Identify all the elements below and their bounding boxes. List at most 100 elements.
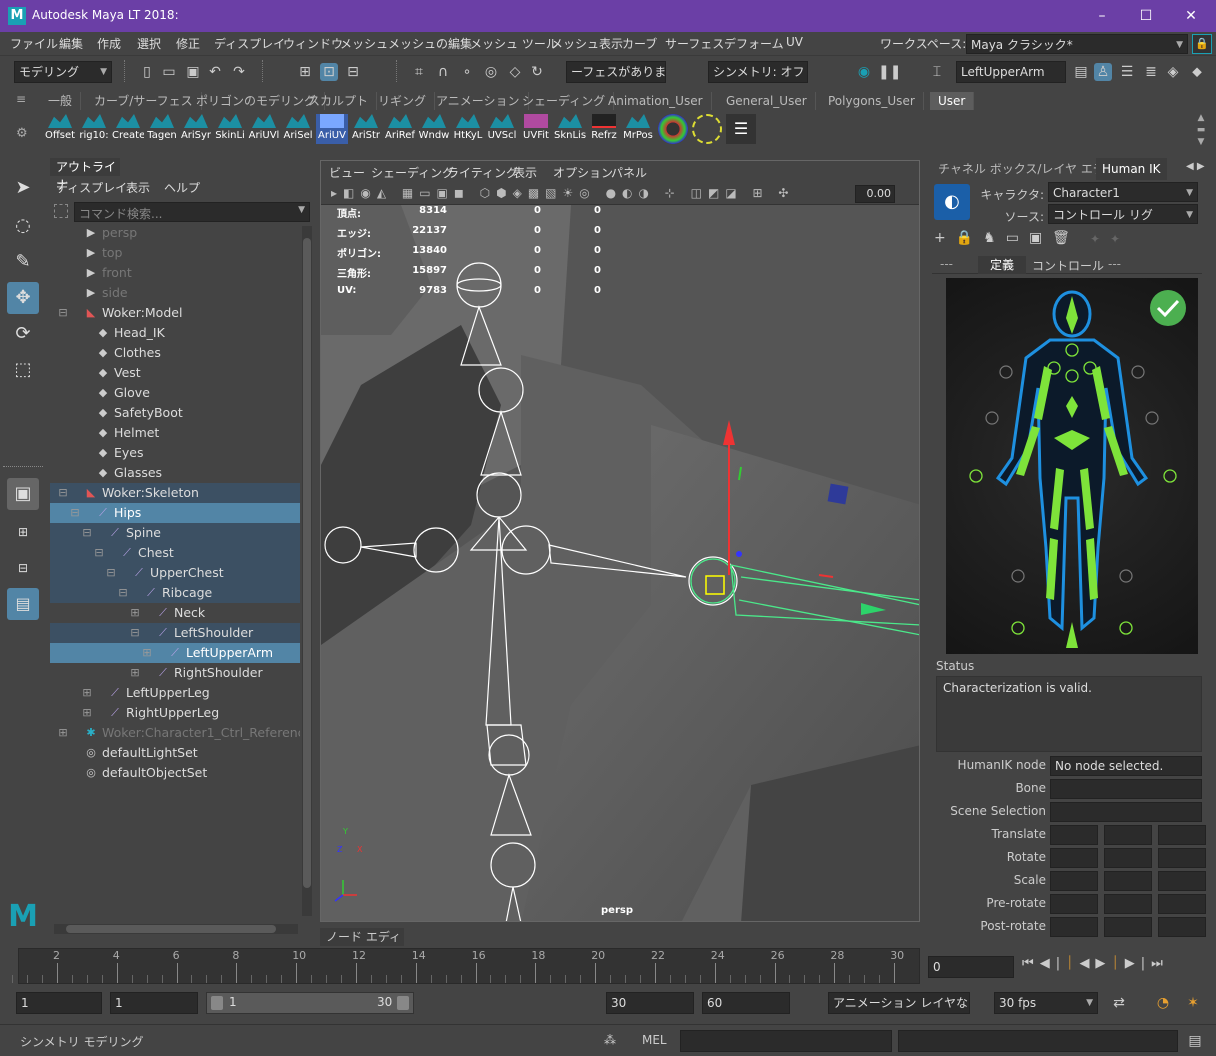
expand-toggle-icon[interactable]: ⊞ — [140, 646, 154, 660]
four-view-icon[interactable]: ⊞ — [7, 516, 39, 548]
outliner-row[interactable]: ▶ top — [50, 243, 300, 263]
command-search-input[interactable]: コマンド検索... ▼ — [74, 202, 310, 222]
new-scene-icon[interactable]: ▯ — [138, 63, 156, 81]
scene-end-field[interactable]: 60 — [702, 992, 790, 1014]
menu-surfaces[interactable]: サーフェス — [665, 35, 724, 52]
menu-mesh-tools[interactable]: メッシュ ツール — [470, 35, 558, 52]
outliner-row[interactable]: ⊟ ⟋ UpperChest — [50, 563, 300, 583]
loop-icon[interactable]: ⇄ — [1110, 994, 1128, 1012]
outliner-row[interactable]: ⊟ ⟋ Spine — [50, 523, 300, 543]
outliner-scrollbar[interactable] — [302, 226, 312, 916]
prop-field[interactable] — [1104, 917, 1152, 937]
prop-field[interactable] — [1104, 894, 1152, 914]
select-hierarchy-icon[interactable]: ⊞ — [296, 63, 314, 81]
outliner-tab[interactable]: アウトライナ — [50, 158, 120, 192]
outliner-row[interactable]: ⊟ ⟋ Ribcage — [50, 583, 300, 603]
subtab-next[interactable]: --- — [1108, 257, 1121, 271]
menu-file[interactable]: ファイル — [10, 35, 58, 52]
outliner-menu-help[interactable]: ヘルプ — [164, 179, 200, 196]
input-field-icon[interactable]: ⌶ — [928, 63, 946, 81]
script-editor-icon[interactable]: ⁂ — [604, 1033, 616, 1047]
object-name-field[interactable]: LeftUpperArm — [956, 61, 1066, 83]
subtab-prev[interactable]: --- — [940, 257, 953, 271]
playback-controls[interactable]: ⏮◀|⏐◀▶⏐▶|⏭ — [1022, 956, 1208, 978]
prop-field[interactable] — [1158, 917, 1206, 937]
outliner-row[interactable]: ⊞ ⟋ RightUpperLeg — [50, 703, 300, 723]
mel-input[interactable] — [680, 1030, 892, 1052]
select-tool-icon[interactable]: ➤ — [7, 172, 39, 204]
select-component-icon[interactable]: ⊟ — [344, 63, 362, 81]
record-icon[interactable]: ◉ — [855, 63, 873, 81]
maximize-button[interactable]: ☐ — [1131, 6, 1161, 26]
anim-layer-dropdown[interactable]: アニメーション レイヤなし — [828, 992, 970, 1014]
expand-toggle-icon[interactable]: ⊟ — [56, 306, 70, 320]
sphere-tool-icon[interactable] — [658, 114, 688, 144]
shelf-button-htkyl[interactable]: HtKyL — [452, 114, 484, 144]
prop-field[interactable] — [1158, 825, 1206, 845]
humanik-icon[interactable]: ♙ — [1094, 63, 1112, 81]
outliner-row[interactable]: ◆ SafetyBoot — [50, 403, 300, 423]
single-view-icon[interactable]: ▣ — [7, 478, 39, 510]
shelf-button-aristr[interactable]: AriStr — [350, 114, 382, 144]
outliner-row[interactable]: ◆ Helmet — [50, 423, 300, 443]
shelf-button-rig10[interactable]: rig10: — [78, 114, 110, 144]
outliner-row[interactable]: ⊟ ⟋ Hips — [50, 503, 300, 523]
viewport-icon-strip[interactable]: ▸◧◉◭ ▦▭▣◼ ⬡⬢◈▩▧☀◎ ●◐◑ ⊹ ◫◩◪ ⊞ ✣ — [331, 186, 851, 202]
close-button[interactable]: ✕ — [1176, 6, 1206, 26]
shelf-tab-rigging[interactable]: リギング — [370, 92, 436, 110]
pause-icon[interactable]: ❚❚ — [878, 63, 901, 81]
expand-toggle-icon[interactable]: ⊞ — [128, 606, 142, 620]
shelf-button-ariuv[interactable]: AriUV — [316, 114, 348, 144]
outliner-row[interactable]: ◎ defaultLightSet — [50, 743, 300, 763]
prop-field[interactable] — [1104, 871, 1152, 891]
expand-toggle-icon[interactable]: ⊞ — [80, 706, 94, 720]
timeline-ruler[interactable]: 2 4 6 8 10 12 14 16 18 20 22 24 26 28 30 — [12, 948, 920, 984]
anim-prefs-icon[interactable]: ✶ — [1184, 994, 1202, 1012]
shelf-button-mrpos[interactable]: MrPos — [622, 114, 654, 144]
expand-toggle-icon[interactable]: ⊞ — [56, 726, 70, 740]
outliner-row[interactable]: ⊞ ✱ Woker:Character1_Ctrl_Reference — [50, 723, 300, 743]
viewport-panel[interactable]: ビュー シェーディング ライティング 表示 オプション パネル ▸◧◉◭ ▦▭▣… — [320, 160, 920, 922]
outliner-row[interactable]: ⊞ ⟋ LeftUpperLeg — [50, 683, 300, 703]
playback-end-field[interactable]: 30 — [606, 992, 694, 1014]
shelf-menu-icon[interactable]: ≡ — [16, 92, 30, 108]
prop-field[interactable] — [1050, 779, 1202, 799]
shelf-tab-general-user[interactable]: General_User — [718, 92, 816, 110]
snap-grid-icon[interactable]: ⌗ — [410, 63, 428, 81]
range-bar[interactable]: 1 30 — [206, 992, 414, 1014]
snap-curve-icon[interactable]: ∩ — [434, 63, 452, 81]
prop-field[interactable] — [1158, 848, 1206, 868]
menu-curves[interactable]: カーブ — [622, 35, 657, 52]
scale-tool-icon[interactable]: ⬚ — [7, 354, 39, 386]
shelf-tab-user[interactable]: User — [930, 92, 975, 110]
snap-live-icon[interactable]: ↻ — [528, 63, 546, 81]
prop-field[interactable] — [1158, 871, 1206, 891]
tab-scroll-arrows[interactable]: ◀ ▶ — [1186, 161, 1205, 172]
outliner-row[interactable]: ◆ Head_IK — [50, 323, 300, 343]
vp-value-field[interactable]: 0.00 — [855, 185, 895, 203]
shelf-tab-general[interactable]: 一般 — [40, 92, 82, 110]
vp-menu-view[interactable]: ビュー — [329, 164, 365, 181]
redo-icon[interactable]: ↷ — [230, 63, 248, 81]
expand-toggle-icon[interactable]: ⊞ — [128, 666, 142, 680]
outliner-row[interactable]: ◆ Clothes — [50, 343, 300, 363]
symmetry-dropdown[interactable]: シンメトリ: オフ — [708, 61, 808, 83]
auto-key-icon[interactable]: ◔ — [1154, 994, 1172, 1012]
shelf-scroll-icon[interactable]: ▲ ▬ ▼ — [1194, 112, 1208, 148]
prop-field[interactable] — [1050, 917, 1098, 937]
shelf-tab-animation-user[interactable]: Animation_User — [600, 92, 712, 110]
subtab-controls[interactable]: コントロール — [1032, 257, 1104, 274]
expand-toggle-icon[interactable]: ⊟ — [128, 626, 142, 640]
shelf-button-uvscl[interactable]: UVScl — [486, 114, 518, 144]
menu-select[interactable]: 選択 — [137, 35, 161, 52]
vp-menu-options[interactable]: オプション — [553, 164, 613, 181]
expand-toggle-icon[interactable]: ⊟ — [104, 566, 118, 580]
shelf-button-ariuvl[interactable]: AriUVl — [248, 114, 280, 144]
snap-view-icon[interactable]: ◎ — [482, 63, 500, 81]
open-scene-icon[interactable]: ▭ — [160, 63, 178, 81]
lock-icon[interactable]: 🔒 — [1192, 34, 1212, 54]
range-start-handle[interactable] — [211, 996, 223, 1010]
shelf-button-arisel[interactable]: AriSel — [282, 114, 314, 144]
menu-mesh-display[interactable]: メッシュ表示 — [551, 35, 623, 52]
outliner-row[interactable]: ⊟ ◣ Woker:Model — [50, 303, 300, 323]
